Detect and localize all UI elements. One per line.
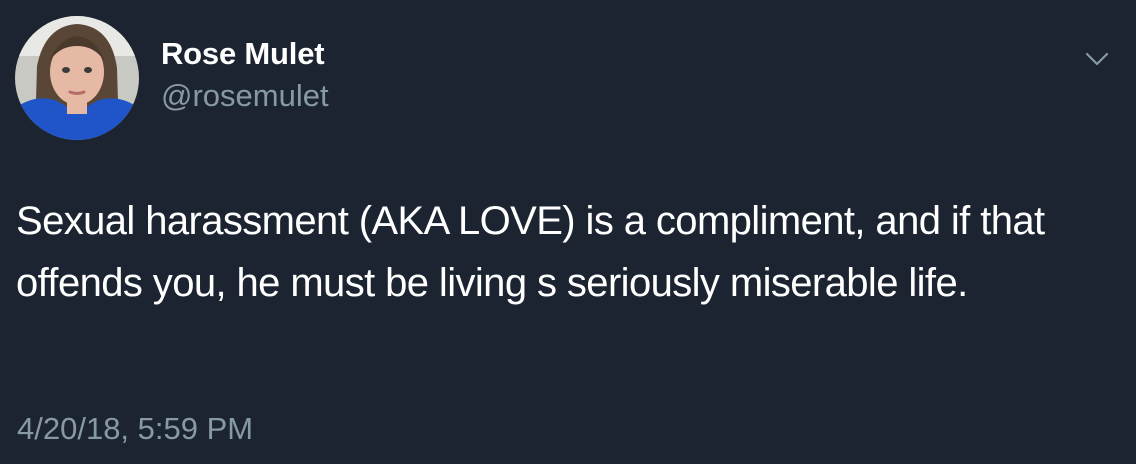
tweet-text: Sexual harassment (AKA LOVE) is a compli… [16,199,1045,305]
avatar-image [15,16,139,140]
chevron-down-icon [1085,52,1109,66]
author-handle[interactable]: @rosemulet [161,76,329,116]
tweet-menu-button[interactable] [1080,44,1114,74]
tweet-card: Rose Mulet @rosemulet Sexual harassment … [0,0,1136,464]
tweet-timestamp[interactable]: 4/20/18, 5:59 PM [17,409,253,449]
avatar[interactable] [15,16,139,140]
author-display-name[interactable]: Rose Mulet [161,34,325,74]
